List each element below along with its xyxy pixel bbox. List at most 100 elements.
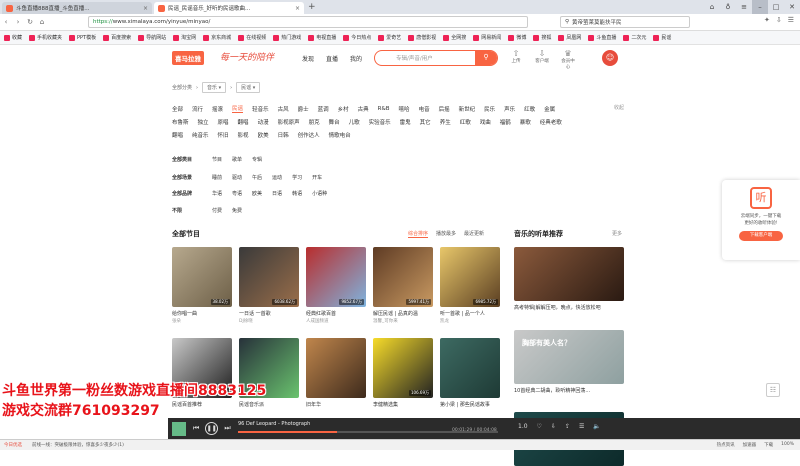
program-title[interactable]: 民谣百首推荐 — [172, 401, 232, 408]
filter-tag[interactable]: 乡村 — [338, 105, 349, 113]
filter-tag[interactable]: 红歌 — [460, 118, 471, 126]
playlist-rec[interactable]: 高考特辑|解解压吧，晚点，快活放松吧 — [514, 247, 624, 311]
program-title[interactable]: 第小梁 | 那些民谣故事 — [440, 401, 500, 408]
property-value[interactable]: 驱动 — [232, 174, 242, 181]
filter-tag[interactable]: R&B — [378, 106, 390, 112]
bookmark-item[interactable]: 京东商城 — [203, 34, 231, 41]
filter-tag[interactable]: 后摇 — [439, 105, 450, 113]
filter-tag[interactable]: 翻唱 — [238, 118, 249, 126]
property-label[interactable]: 全部品牌 — [172, 190, 202, 197]
tab-close-icon[interactable]: × — [295, 5, 300, 12]
property-value[interactable]: 歌单 — [232, 156, 242, 163]
bookmark-item[interactable]: 民谣 — [653, 34, 671, 41]
property-value[interactable]: 付费 — [212, 207, 222, 214]
upload-button[interactable]: ⇧ 上传 — [508, 49, 524, 70]
status-left[interactable]: 今日优选 — [4, 442, 22, 448]
filter-tag[interactable]: 怀旧 — [218, 131, 229, 139]
filter-tag[interactable]: 民谣 — [232, 104, 244, 113]
property-label[interactable]: 全部场景 — [172, 174, 202, 181]
filter-tag[interactable]: 欧美 — [258, 131, 269, 139]
bookmark-item[interactable]: 淘宝网 — [173, 34, 196, 41]
program-card[interactable]: 6038.62万 一日话 一首歌 DJ徐晓 — [239, 247, 299, 324]
program-cover[interactable]: 6985.72万 — [440, 247, 500, 307]
playlist-icon[interactable]: ☰ — [579, 423, 584, 430]
property-value[interactable]: 欧美 — [252, 190, 262, 197]
bookmark-item[interactable]: 凤凰网 — [558, 34, 581, 41]
property-label[interactable]: 不限 — [172, 207, 202, 214]
sort-tab[interactable]: 最近更新 — [464, 230, 484, 238]
program-title[interactable]: 民谣音乐派 — [239, 401, 299, 408]
filter-tag[interactable]: 摇滚 — [212, 105, 223, 113]
refresh-icon[interactable]: ↻ — [24, 18, 36, 26]
property-label[interactable]: 全部类目 — [172, 156, 202, 163]
share-icon[interactable]: ⇪ — [565, 423, 570, 430]
forward-icon[interactable]: › — [12, 18, 24, 26]
filter-tag[interactable]: 民乐 — [484, 105, 495, 113]
filter-tag[interactable]: 金属 — [544, 105, 555, 113]
browser-search-field[interactable]: ⚲ 黄帝萤莱莫能扶平民 — [560, 16, 690, 28]
filter-tag[interactable]: 新世纪 — [459, 105, 476, 113]
bookmark-item[interactable]: 微博 — [508, 34, 526, 41]
bookmark-item[interactable]: 电视直播 — [308, 34, 336, 41]
bookmark-item[interactable]: 今日热点 — [343, 34, 371, 41]
property-value[interactable]: 睡前 — [212, 174, 222, 181]
site-search-input[interactable]: 专辑/声音/用户 — [375, 54, 475, 62]
property-value[interactable]: 日语 — [272, 190, 282, 197]
filter-tag[interactable]: 电音 — [419, 105, 430, 113]
status-item-1[interactable]: 加速器 — [743, 442, 757, 448]
download-icon[interactable]: ⇩ — [776, 16, 782, 24]
property-value[interactable]: 午后 — [252, 174, 262, 181]
filter-tag[interactable]: 影视 — [238, 131, 249, 139]
playlist-caption[interactable]: 高考特辑|解解压吧，晚点，快活放松吧 — [514, 304, 624, 311]
bookmark-item[interactable]: PPT模板 — [69, 34, 96, 41]
program-card[interactable]: 第小梁 | 那些民谣故事 — [440, 338, 500, 408]
bookmark-item[interactable]: 手机收藏夹 — [29, 34, 62, 41]
tab-close-icon[interactable]: × — [143, 5, 148, 12]
program-cover[interactable]: 38.02万 — [172, 247, 232, 307]
sidebar-more-link[interactable]: 更多 — [612, 230, 622, 237]
filter-tag[interactable]: 儿歌 — [349, 118, 360, 126]
settings-icon[interactable]: ☰ — [788, 16, 794, 24]
program-card[interactable]: 38.02万 给你唱一曲 张朵 — [172, 247, 232, 324]
filter-tag[interactable]: 轻音乐 — [252, 105, 269, 113]
bookmark-item[interactable]: 爱奇艺 — [378, 34, 401, 41]
minimize-icon[interactable]: – — [752, 0, 768, 14]
filter-tag[interactable]: 日韩 — [278, 131, 289, 139]
filter-tag[interactable]: 古典 — [358, 105, 369, 113]
property-value[interactable]: 韩语 — [292, 190, 302, 197]
sort-tab[interactable]: 综合排序 — [408, 230, 429, 238]
property-value[interactable]: 免费 — [232, 207, 242, 214]
crumb-all[interactable]: 全部分类 — [172, 84, 192, 91]
program-card[interactable]: 106.69万李健精选集 — [373, 338, 433, 408]
filter-tag[interactable]: 朋克 — [309, 118, 320, 126]
program-cover[interactable]: 106.69万 — [373, 338, 433, 398]
filter-tag[interactable]: 经典老歌 — [540, 118, 562, 126]
playlist-cover[interactable] — [514, 247, 624, 301]
filter-tag[interactable]: 声乐 — [504, 105, 515, 113]
playlist-caption[interactable]: 10首经典二胡曲，聆听精神回荡... — [514, 387, 624, 394]
filter-tag[interactable]: 影视原声 — [278, 118, 300, 126]
bookmark-item[interactable]: 收藏 — [4, 34, 22, 41]
filter-tag[interactable]: 情歌电台 — [329, 131, 351, 139]
program-cover[interactable]: 9852.67万 — [306, 247, 366, 307]
property-value[interactable]: 小语种 — [312, 190, 327, 197]
bookmark-item[interactable]: 导航网站 — [138, 34, 166, 41]
home-icon[interactable]: ⌂ — [36, 18, 48, 26]
filter-tag[interactable]: 爵士 — [298, 105, 309, 113]
filter-tag[interactable]: 红歌 — [524, 105, 535, 113]
filter-tag[interactable]: 其它 — [420, 118, 431, 126]
bookmark-item[interactable]: 全网搜 — [443, 34, 466, 41]
program-author[interactable]: 温馨_可你来 — [373, 318, 433, 324]
status-item-3[interactable]: 100% — [781, 442, 794, 448]
filter-tag[interactable]: 蓝调 — [318, 105, 329, 113]
user-avatar[interactable]: ☺ — [602, 50, 618, 66]
vip-button[interactable]: ♛ 会员中心 — [560, 49, 576, 70]
speed-button[interactable]: 1.0 — [518, 423, 528, 430]
filter-tag[interactable]: 雷鬼 — [400, 118, 411, 126]
feedback-icon[interactable]: ☷ — [766, 383, 780, 397]
program-cover[interactable]: 5997.41万 — [373, 247, 433, 307]
bookmark-item[interactable]: 热门游戏 — [273, 34, 301, 41]
program-title[interactable]: 李健精选集 — [373, 401, 433, 408]
program-author[interactable]: 张朵 — [172, 318, 232, 324]
download-icon[interactable]: ⇩ — [551, 423, 556, 430]
